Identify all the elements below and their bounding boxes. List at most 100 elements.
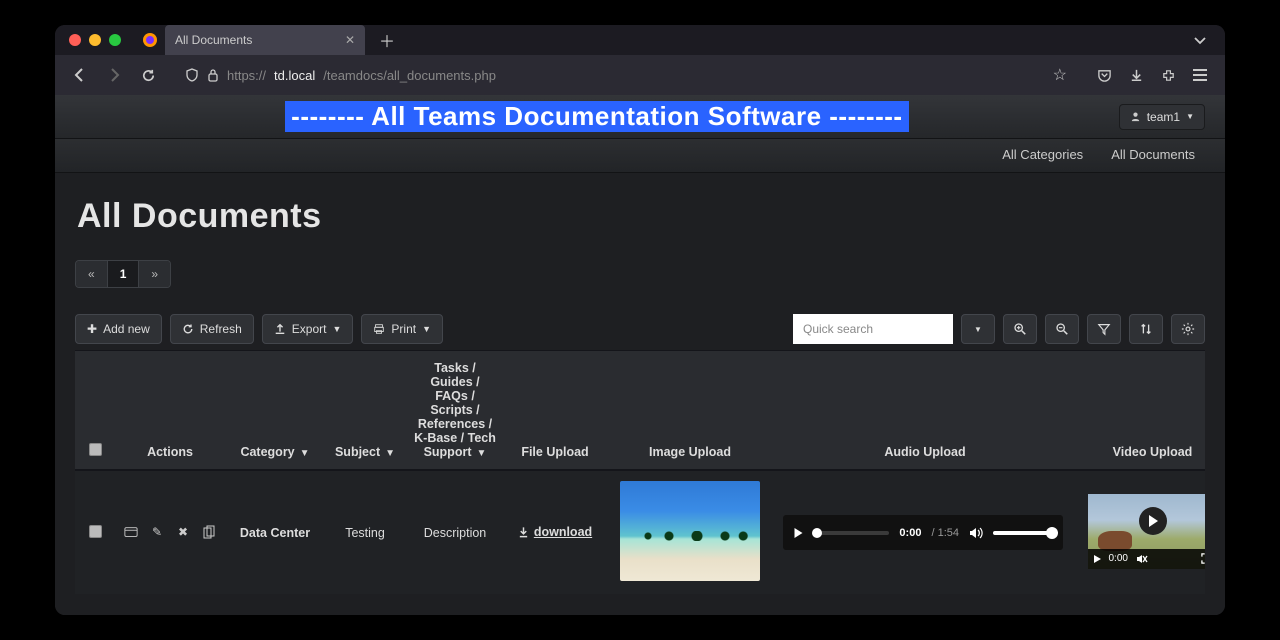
- col-category[interactable]: Category▼: [225, 351, 325, 470]
- sort-button[interactable]: [1129, 314, 1163, 344]
- browser-toolbar: https:// td.local/teamdocs/all_documents.…: [55, 55, 1225, 95]
- extensions-icon[interactable]: [1153, 60, 1183, 90]
- play-icon[interactable]: [793, 527, 804, 539]
- filter-icon[interactable]: ▼: [385, 448, 395, 459]
- table-row: ✎ ✖ Data Center Testing Description: [75, 470, 1205, 594]
- edit-icon[interactable]: ✎: [150, 525, 164, 539]
- pager-top: « 1 »: [75, 260, 171, 288]
- video-time: 0:00: [1109, 553, 1128, 564]
- lock-icon: [207, 68, 219, 82]
- nav-all-documents[interactable]: All Documents: [1111, 147, 1195, 162]
- zoom-in-button[interactable]: [1003, 314, 1037, 344]
- page-title: All Documents: [77, 197, 1205, 236]
- cell-subject: Testing: [325, 470, 405, 594]
- page-content: -------- All Teams Documentation Softwar…: [55, 95, 1225, 615]
- table-header-row: Actions Category▼ Subject▼ Tasks / Guide…: [75, 351, 1205, 470]
- print-button[interactable]: Print ▼: [361, 314, 443, 344]
- col-video-upload: Video Upload: [1075, 351, 1205, 470]
- nav-all-categories[interactable]: All Categories: [1002, 147, 1083, 162]
- downloads-icon[interactable]: [1121, 60, 1151, 90]
- pocket-icon[interactable]: [1089, 60, 1119, 90]
- window-controls: [55, 34, 135, 46]
- main-nav: All Categories All Documents: [55, 139, 1225, 173]
- refresh-icon: [182, 323, 194, 335]
- col-actions: Actions: [115, 351, 225, 470]
- user-label: team1: [1147, 110, 1180, 124]
- row-select-checkbox[interactable]: [89, 525, 102, 538]
- video-player[interactable]: 0:00: [1088, 494, 1206, 569]
- tab-overflow-button[interactable]: [1175, 33, 1225, 47]
- bookmark-star-icon[interactable]: ☆: [1053, 65, 1067, 85]
- select-all-checkbox[interactable]: [89, 443, 102, 456]
- audio-time-total: 1:54: [938, 527, 959, 539]
- volume-icon[interactable]: [969, 527, 983, 539]
- delete-icon[interactable]: ✖: [176, 525, 190, 539]
- filter-icon[interactable]: ▼: [477, 448, 487, 459]
- download-link[interactable]: download: [518, 525, 592, 539]
- app-banner: -------- All Teams Documentation Softwar…: [55, 95, 1225, 139]
- filter-button[interactable]: [1087, 314, 1121, 344]
- audio-scrubber[interactable]: [814, 531, 889, 535]
- add-new-label: Add new: [103, 322, 150, 336]
- documents-table-wrap: Actions Category▼ Subject▼ Tasks / Guide…: [75, 350, 1205, 594]
- settings-button[interactable]: [1171, 314, 1205, 344]
- fullscreen-icon[interactable]: [1201, 553, 1206, 564]
- nav-reload-button[interactable]: [133, 60, 163, 90]
- audio-player[interactable]: 0:00 / 1:54: [783, 515, 1063, 550]
- cell-category: Data Center: [225, 470, 325, 594]
- col-doc-type[interactable]: Tasks / Guides / FAQs / Scripts / Refere…: [405, 351, 505, 470]
- pager-prev[interactable]: «: [76, 261, 108, 287]
- zoom-out-button[interactable]: [1045, 314, 1079, 344]
- col-file-upload: File Upload: [505, 351, 605, 470]
- maximize-window-button[interactable]: [109, 34, 121, 46]
- tab-close-icon[interactable]: ✕: [325, 33, 355, 47]
- play-overlay-icon[interactable]: [1139, 507, 1167, 535]
- filter-icon[interactable]: ▼: [300, 448, 310, 459]
- export-button[interactable]: Export ▼: [262, 314, 354, 344]
- url-host: td.local: [274, 68, 315, 83]
- minimize-window-button[interactable]: [89, 34, 101, 46]
- url-bar[interactable]: https:// td.local/teamdocs/all_documents.…: [175, 60, 1077, 90]
- table-toolbar: ✚ Add new Refresh Export ▼: [75, 314, 1205, 344]
- pager-current[interactable]: 1: [108, 261, 140, 287]
- url-scheme: https://: [227, 68, 266, 83]
- quick-search-input[interactable]: [793, 314, 953, 344]
- url-path: /teamdocs/all_documents.php: [323, 68, 496, 83]
- documents-table: Actions Category▼ Subject▼ Tasks / Guide…: [75, 351, 1205, 594]
- mute-icon[interactable]: [1136, 554, 1148, 564]
- col-subject[interactable]: Subject▼: [325, 351, 405, 470]
- view-icon[interactable]: [124, 525, 138, 539]
- export-label: Export: [292, 322, 327, 336]
- caret-down-icon: ▼: [332, 324, 341, 334]
- image-thumbnail[interactable]: [620, 481, 760, 581]
- add-new-button[interactable]: ✚ Add new: [75, 314, 162, 344]
- nav-back-button[interactable]: [65, 60, 95, 90]
- user-menu-button[interactable]: team1 ▼: [1119, 104, 1205, 130]
- window-titlebar: All Documents ✕ ＋: [55, 25, 1225, 55]
- new-tab-button[interactable]: ＋: [365, 28, 409, 52]
- search-dropdown-button[interactable]: ▼: [961, 314, 995, 344]
- cell-doc-type: Description: [405, 470, 505, 594]
- shield-icon: [185, 68, 199, 82]
- caret-down-icon: ▼: [1186, 112, 1194, 121]
- video-thumbnail-content: [1098, 531, 1132, 551]
- plus-icon: ✚: [87, 322, 97, 336]
- copy-icon[interactable]: [202, 525, 216, 539]
- banner-title: -------- All Teams Documentation Softwar…: [285, 101, 908, 132]
- app-menu-icon[interactable]: [1185, 60, 1215, 90]
- col-image-upload: Image Upload: [605, 351, 775, 470]
- browser-tab[interactable]: All Documents ✕: [165, 25, 365, 55]
- nav-forward-button[interactable]: [99, 60, 129, 90]
- pager-next[interactable]: »: [139, 261, 170, 287]
- tab-title-label: All Documents: [175, 33, 252, 47]
- download-label: download: [534, 525, 592, 539]
- close-window-button[interactable]: [69, 34, 81, 46]
- col-audio-upload: Audio Upload: [775, 351, 1075, 470]
- print-label: Print: [391, 322, 416, 336]
- video-controls: 0:00: [1088, 549, 1206, 569]
- print-icon: [373, 323, 385, 335]
- refresh-button[interactable]: Refresh: [170, 314, 254, 344]
- play-icon[interactable]: [1094, 555, 1101, 563]
- caret-down-icon: ▼: [422, 324, 431, 334]
- volume-slider[interactable]: [993, 531, 1053, 535]
